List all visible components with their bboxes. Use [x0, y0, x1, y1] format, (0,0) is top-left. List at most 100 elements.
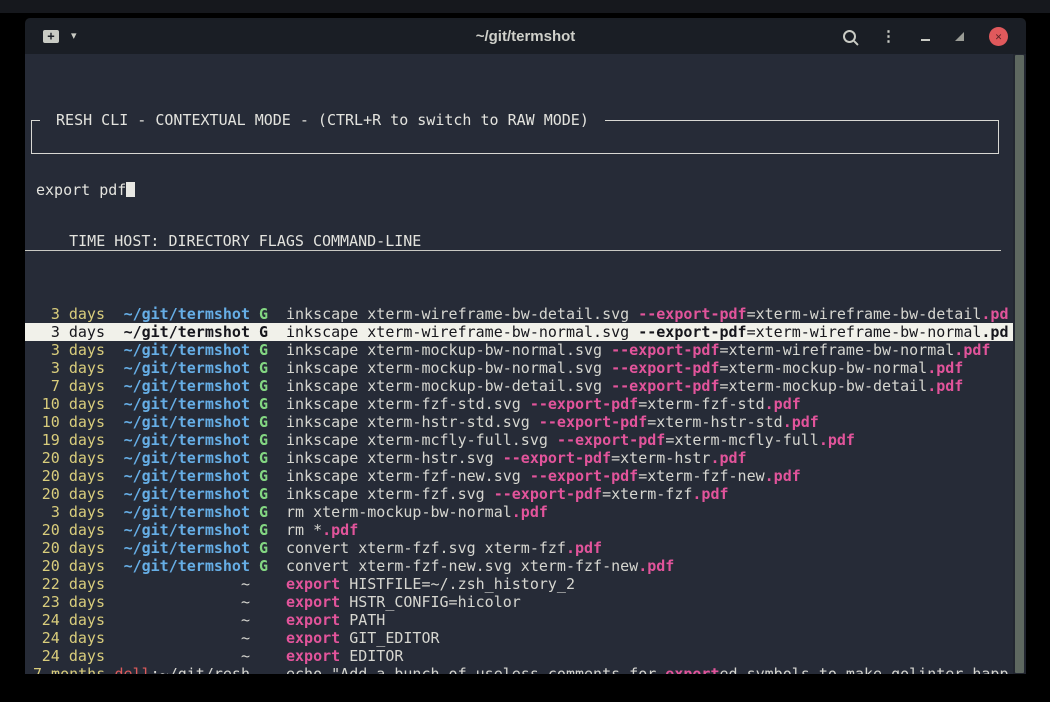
row-command: convert xterm-fzf-new.svg xterm-fzf-new.… [286, 557, 1013, 575]
row-time: 22 days [33, 575, 105, 593]
directory-segment: ~/git/termshot [124, 431, 250, 449]
command-segment: .pdf [638, 557, 674, 575]
row-time: 20 days [33, 539, 105, 557]
row-directory: ~ [114, 629, 250, 647]
history-row[interactable]: 20 days~/git/termshotGinkscape xterm-fzf… [25, 467, 1013, 485]
titlebar[interactable]: + ▾ ~/git/termshot ⋮ ✕ [25, 18, 1026, 54]
row-command: inkscape xterm-hstr-std.svg --export-pdf… [286, 413, 1013, 431]
row-time: 3 days [33, 359, 105, 377]
history-row[interactable]: 3 days~/git/termshotGinkscape xterm-mock… [25, 359, 1013, 377]
command-segment: .pdf [692, 485, 728, 503]
text-cursor [126, 182, 135, 197]
row-time: 7 months [33, 665, 105, 674]
history-row[interactable]: 3 days~/git/termshotGinkscape xterm-wire… [25, 323, 1013, 341]
row-directory: ~/git/termshot [114, 413, 250, 431]
history-row[interactable]: 20 days~/git/termshotGinkscape xterm-hst… [25, 449, 1013, 467]
row-time: 24 days [33, 611, 105, 629]
history-row[interactable]: 3 days~/git/termshotGinkscape xterm-mock… [25, 341, 1013, 359]
history-row[interactable]: 23 days~export HSTR_CONFIG=hicolor [25, 593, 1013, 611]
history-row[interactable]: 24 days~export PATH [25, 611, 1013, 629]
directory-segment: ~ [241, 629, 250, 647]
row-time: 3 days [33, 341, 105, 359]
history-row[interactable]: 7 monthsdell:~/git/reshecho "Add a bunch… [25, 665, 1013, 674]
menu-kebab-icon[interactable]: ⋮ [881, 29, 896, 44]
history-row[interactable]: 3 days~/git/termshotGrm xterm-mockup-bw-… [25, 503, 1013, 521]
row-flag [259, 647, 268, 665]
row-directory: ~/git/termshot [114, 305, 250, 323]
directory-segment: ~/git/termshot [124, 413, 250, 431]
row-flag: G [259, 539, 268, 557]
history-row[interactable]: 19 days~/git/termshotGinkscape xterm-mcf… [25, 431, 1013, 449]
search-panel-title: RESH CLI - CONTEXTUAL MODE - (CTRL+R to … [40, 111, 605, 129]
row-flag: G [259, 467, 268, 485]
search-icon[interactable] [843, 30, 856, 43]
directory-segment: ~/git/termshot [124, 395, 250, 413]
command-segment: export [286, 611, 340, 629]
history-row[interactable]: 10 days~/git/termshotGinkscape xterm-fzf… [25, 395, 1013, 413]
command-segment: .pdf [566, 539, 602, 557]
command-segment: --export-pdf [530, 467, 638, 485]
command-segment: --export-pdf [557, 431, 665, 449]
row-directory: ~/git/termshot [114, 521, 250, 539]
row-flag [259, 611, 268, 629]
command-segment: export [286, 647, 340, 665]
command-segment: .pdf [927, 359, 963, 377]
history-row[interactable]: 10 days~/git/termshotGinkscape xterm-hst… [25, 413, 1013, 431]
scrollbar[interactable] [1013, 54, 1026, 674]
command-segment: =xterm-mockup-bw-detail [719, 377, 927, 395]
row-directory: ~/git/termshot [114, 359, 250, 377]
command-segment: =xterm-mcfly-full [665, 431, 819, 449]
command-segment: =xterm-wireframe-bw-normal [747, 323, 982, 341]
search-input[interactable]: export pdf [32, 175, 998, 199]
directory-segment: ~/git/termshot [124, 521, 250, 539]
command-segment: .pdf [322, 521, 358, 539]
command-segment: =xterm-mockup-bw-normal [719, 359, 927, 377]
directory-segment: :~/git/resh [151, 665, 250, 674]
row-flag [259, 593, 268, 611]
row-flag: G [259, 341, 268, 359]
command-segment: .pdf [819, 431, 855, 449]
history-row[interactable]: 24 days ~ export GIT_EDITOR [25, 629, 1013, 647]
row-time: 10 days [33, 395, 105, 413]
command-segment: .pdf [765, 395, 801, 413]
scrollbar-thumb[interactable] [1015, 55, 1024, 673]
search-query-text: export pdf [36, 181, 126, 199]
restore-button[interactable] [955, 32, 964, 41]
history-row[interactable]: 20 days~/git/termshotGconvert xterm-fzf-… [25, 557, 1013, 575]
history-row[interactable]: 20 days~/git/termshotGrm *.pdf [25, 521, 1013, 539]
command-segment: --export-pdf [530, 395, 638, 413]
row-time: 3 days [33, 323, 105, 341]
history-row[interactable]: 22 days~export HISTFILE=~/.zsh_history_2 [25, 575, 1013, 593]
minimize-button[interactable] [921, 39, 930, 41]
command-segment: .pdf [783, 413, 819, 431]
history-row[interactable]: 24 days~export EDITOR [25, 647, 1013, 665]
command-segment: inkscape xterm-hstr.svg [286, 449, 503, 467]
row-directory: ~/git/termshot [114, 503, 250, 521]
history-row[interactable]: 7 days~/git/termshotGinkscape xterm-mock… [25, 377, 1013, 395]
directory-segment: ~/git/termshot [124, 485, 250, 503]
directory-segment: ~/git/termshot [124, 305, 250, 323]
row-command: inkscape xterm-fzf.svg --export-pdf=xter… [286, 485, 1013, 503]
directory-segment: ~/git/termshot [124, 503, 250, 521]
row-command: echo "Add a bunch of useless comments fo… [286, 665, 1013, 674]
command-segment: .pdf [710, 449, 746, 467]
command-segment: --export-pdf [611, 359, 719, 377]
row-flag [259, 575, 268, 593]
directory-segment: ~/git/termshot [124, 377, 250, 395]
row-time: 20 days [33, 449, 105, 467]
directory-segment: ~/git/termshot [124, 341, 250, 359]
row-command: export GIT_EDITOR [286, 629, 1013, 647]
row-command: inkscape xterm-mcfly-full.svg --export-p… [286, 431, 1013, 449]
history-row[interactable]: 20 days~/git/termshotGinkscape xterm-fzf… [25, 485, 1013, 503]
row-flag: G [259, 557, 268, 575]
row-command: inkscape xterm-wireframe-bw-detail.svg -… [286, 305, 1013, 323]
row-command: export EDITOR [286, 647, 1013, 665]
history-row[interactable]: 20 days~/git/termshotGconvert xterm-fzf.… [25, 539, 1013, 557]
command-segment: =xterm-fzf-new [638, 467, 764, 485]
row-directory: ~/git/termshot [114, 449, 250, 467]
history-row[interactable]: 3 days~/git/termshotGinkscape xterm-wire… [25, 305, 1013, 323]
close-button[interactable]: ✕ [989, 27, 1008, 46]
row-time: 24 days [33, 629, 105, 647]
desktop-top-strip [0, 0, 1050, 13]
command-segment: inkscape xterm-fzf.svg [286, 485, 494, 503]
